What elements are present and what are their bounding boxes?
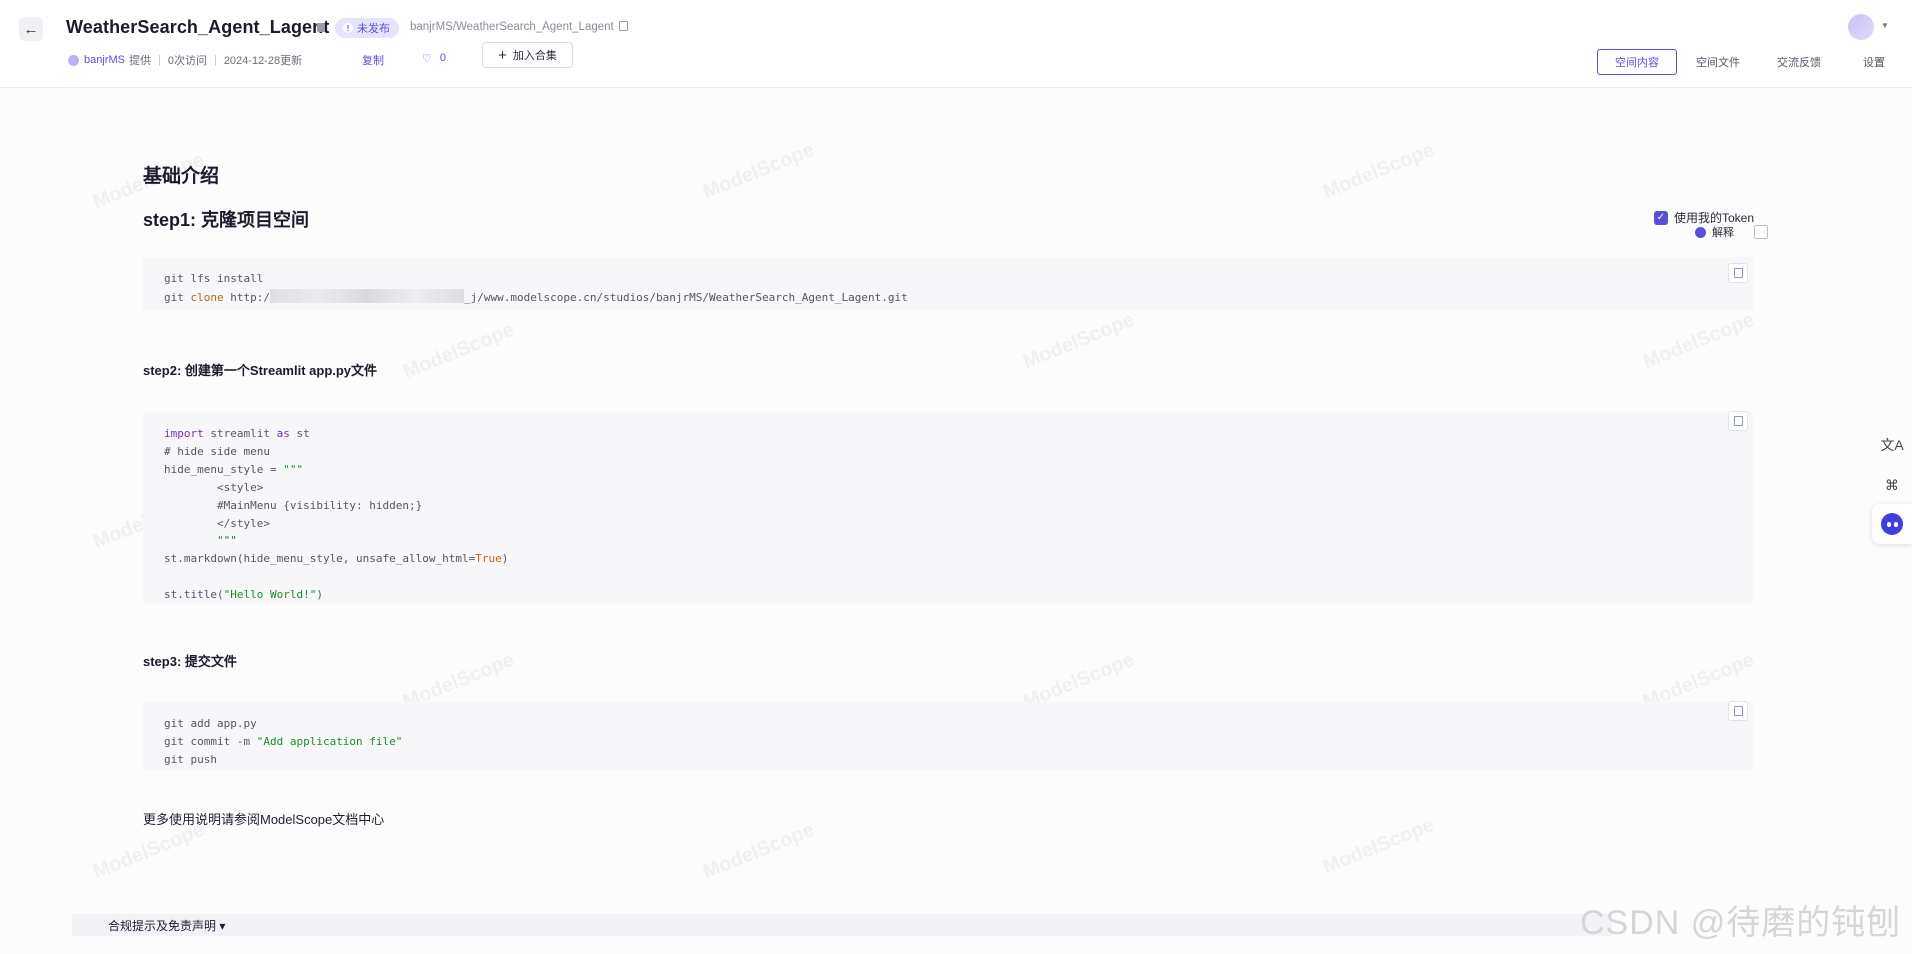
- info-icon: !: [343, 23, 353, 33]
- plus-icon: +: [498, 46, 507, 64]
- step2-heading: step2: 创建第一个Streamlit app.py文件: [143, 363, 378, 378]
- checkbox-checked-icon[interactable]: ✓: [1654, 210, 1668, 225]
- code-token: ): [316, 588, 323, 601]
- watermark: ModelScope: [1639, 308, 1758, 374]
- code-token: streamlit: [203, 427, 277, 440]
- code-token: _j/www.modelscope.cn/studios/banjrMS/Wea…: [464, 291, 908, 304]
- status-badge: ! 未发布: [335, 18, 399, 38]
- code-token: """: [283, 463, 304, 476]
- like-count: 0: [439, 52, 446, 64]
- status-badge-label: 未发布: [357, 23, 390, 35]
- apps-icon[interactable]: ⌘: [1872, 465, 1912, 505]
- author-avatar: [68, 54, 79, 66]
- copy-code-button[interactable]: [1728, 263, 1748, 283]
- code-line: import streamlit as st: [164, 427, 310, 440]
- add-collection-button[interactable]: + 加入合集: [482, 42, 573, 68]
- lock-icon: [317, 23, 325, 32]
- watermark: ModelScope: [89, 818, 208, 884]
- provided-label: 提供: [128, 55, 151, 67]
- code-token: st.markdown(hide_menu_style, unsafe_allo…: [164, 552, 476, 565]
- visit-count: 0次访问: [167, 55, 207, 67]
- author-link[interactable]: banjrMS: [84, 54, 125, 66]
- watermark: ModelScope: [1019, 308, 1138, 374]
- code-line: git lfs install: [164, 272, 264, 285]
- like-button[interactable]: ♡ 0: [422, 52, 446, 65]
- add-collection-label: 加入合集: [512, 50, 557, 62]
- tab-settings[interactable]: 设置: [1839, 50, 1909, 74]
- code-token: clone: [190, 291, 224, 304]
- code-token: st: [289, 427, 310, 440]
- code-line: git add app.py: [164, 717, 257, 730]
- code-block-step2: import streamlit as st # hide side menu …: [143, 412, 1753, 604]
- code-token: "Add application file": [256, 735, 403, 748]
- watermark: ModelScope: [699, 818, 818, 884]
- page-title: WeatherSearch_Agent_Lagent: [66, 17, 330, 37]
- csdn-watermark: CSDN @待磨的钝刨: [1580, 904, 1902, 942]
- code-block-step3: git add app.py git commit -m "Add applic…: [143, 702, 1753, 770]
- step1-heading: step1: 克隆项目空间: [143, 210, 310, 230]
- explain-row: 解释: [1695, 224, 1768, 240]
- meta-row: banjrMS 提供 | 0次访问 | 2024-12-28更新: [68, 52, 302, 68]
- code-line: # hide side menu: [164, 445, 270, 458]
- code-line: st.title("Hello World!"): [164, 588, 323, 601]
- watermark: ModelScope: [1319, 138, 1438, 204]
- copy-icon: [1733, 268, 1743, 278]
- code-token: st.title(: [164, 588, 224, 601]
- code-token: True: [475, 552, 502, 565]
- divider: |: [157, 54, 161, 66]
- heart-icon: ♡: [422, 53, 432, 65]
- section-heading: 基础介绍: [143, 166, 220, 187]
- code-line: hide_menu_style = """: [164, 463, 303, 476]
- tab-bar: 空间内容 空间文件 交流反馈 设置: [1597, 49, 1909, 75]
- top-header: ← WeatherSearch_Agent_Lagent ! 未发布 banjr…: [0, 0, 1912, 88]
- watermark: ModelScope: [1319, 813, 1438, 879]
- ai-explain-icon: [1695, 226, 1706, 238]
- code-token: ): [501, 552, 509, 565]
- code-block-step1: git lfs install git clone http:/ _j/www.m…: [143, 257, 1753, 311]
- watermark: ModelScope: [399, 318, 518, 384]
- duplicate-link[interactable]: 复制: [362, 52, 384, 68]
- copy-icon[interactable]: [1754, 225, 1768, 239]
- chevron-down-icon[interactable]: ▼: [1881, 21, 1889, 30]
- code-line: """: [164, 534, 237, 547]
- watermark: ModelScope: [699, 138, 818, 204]
- assistant-bot-icon[interactable]: [1872, 504, 1912, 544]
- code-token: as: [276, 427, 290, 440]
- copy-code-button[interactable]: [1728, 411, 1748, 431]
- step3-heading: step3: 提交文件: [143, 654, 237, 669]
- code-line: st.markdown(hide_menu_style, unsafe_allo…: [164, 552, 508, 565]
- code-token: git commit -m: [164, 735, 257, 748]
- back-arrow-icon[interactable]: ←: [19, 17, 43, 41]
- code-line: #MainMenu {visibility: hidden;}: [164, 499, 423, 512]
- copy-icon: [1733, 706, 1743, 716]
- disclaimer-toggle[interactable]: 合规提示及免责声明 ▾: [72, 914, 1612, 936]
- code-line: </style>: [164, 517, 270, 530]
- repo-path: banjrMS/WeatherSearch_Agent_Lagent: [410, 21, 628, 33]
- user-avatar[interactable]: [1848, 14, 1874, 40]
- updated-date: 2024-12-28更新: [223, 55, 303, 67]
- translate-icon[interactable]: 文A: [1872, 425, 1912, 465]
- copy-icon: [1733, 416, 1743, 426]
- code-token: import: [164, 427, 204, 440]
- redacted-blur: [270, 289, 464, 303]
- explain-button[interactable]: 解释: [1712, 224, 1734, 240]
- copy-icon[interactable]: [618, 21, 628, 31]
- repo-path-text: banjrMS/WeatherSearch_Agent_Lagent: [410, 21, 614, 33]
- tab-space-files[interactable]: 空间文件: [1677, 50, 1759, 74]
- code-line: git clone http:/ _j/www.modelscope.cn/stu…: [164, 289, 908, 304]
- code-token: hide_menu_style =: [164, 463, 284, 476]
- code-token: git: [164, 291, 184, 304]
- divider: |: [213, 54, 217, 66]
- tab-space-content[interactable]: 空间内容: [1597, 49, 1677, 75]
- code-token: "Hello World!": [223, 588, 317, 601]
- code-line: git commit -m "Add application file": [164, 735, 402, 748]
- bot-face-icon: [1881, 513, 1903, 535]
- docs-note[interactable]: 更多使用说明请参阅ModelScope文档中心: [143, 809, 384, 828]
- code-line: git push: [164, 753, 217, 766]
- code-token: http:/: [230, 291, 270, 304]
- tab-feedback[interactable]: 交流反馈: [1759, 50, 1839, 74]
- copy-code-button[interactable]: [1728, 701, 1748, 721]
- code-line: <style>: [164, 481, 264, 494]
